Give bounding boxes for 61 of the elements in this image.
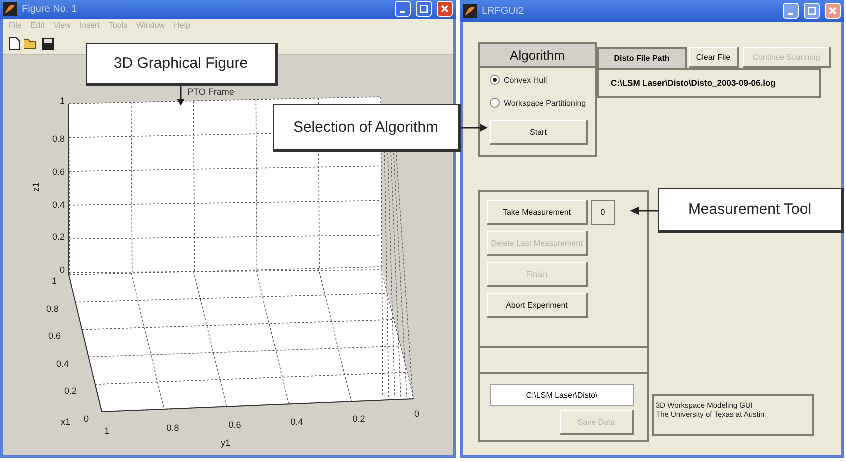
tick-label: 0.8 [52, 134, 65, 144]
file-button[interactable]: Clear File [689, 47, 739, 68]
app-icon [463, 4, 477, 18]
close-button[interactable] [825, 3, 841, 19]
callout-label: 3D Graphical Figure [86, 43, 278, 86]
tick-label: 0.4 [290, 417, 304, 427]
tick-label: 0.8 [166, 423, 180, 433]
minimize-button[interactable] [783, 3, 799, 19]
callout-arrow [630, 206, 658, 216]
close-button[interactable] [437, 1, 453, 18]
tick-label: 0 [414, 409, 420, 419]
window-title: LRFGUI2 [482, 6, 526, 16]
callout-label: Selection of Algorithm [273, 104, 461, 152]
new-document-icon[interactable] [9, 37, 20, 50]
tick-label: 0 [84, 414, 89, 424]
tick-label: 0.2 [352, 414, 366, 424]
tick-label: 0 [60, 265, 65, 275]
tick-label: 0.4 [52, 200, 65, 210]
menu-item[interactable]: View [54, 20, 71, 32]
save-icon[interactable] [42, 38, 54, 50]
menu-item[interactable]: Window [136, 20, 166, 32]
tick-label: 1 [52, 276, 57, 286]
callout-arrow [461, 123, 488, 133]
close-icon [829, 7, 837, 15]
tick-label: 1 [60, 96, 65, 106]
tick-label: 0.6 [228, 420, 242, 430]
radio-label: Workspace Partitioning [504, 98, 586, 108]
tick-label: 0.2 [52, 232, 65, 242]
radio-button[interactable] [490, 75, 500, 85]
menu-item[interactable]: Tools [108, 20, 128, 32]
maximize-icon [808, 7, 816, 15]
tick-label: 0.8 [46, 304, 59, 314]
panel-title: Algorithm [480, 44, 595, 68]
tick-label: 0.6 [48, 331, 61, 341]
file-path-text: C:\LSM Laser\Disto\Disto_2003-09-06.log [597, 68, 821, 98]
start-button[interactable]: Start [490, 120, 588, 145]
close-icon [441, 5, 449, 14]
maximize-button[interactable] [804, 3, 820, 19]
tick-label: 0.6 [52, 167, 65, 177]
tick-label: 0.2 [64, 386, 77, 396]
minimize-button[interactable] [395, 1, 411, 18]
callout-arrow [176, 86, 186, 106]
menu-item[interactable]: Help [174, 20, 190, 32]
tick-label: 0.4 [56, 359, 69, 369]
folder-icon[interactable] [24, 38, 38, 50]
radio-button[interactable] [490, 98, 500, 108]
callout-label: Measurement Tool [658, 188, 844, 233]
menu-item[interactable]: Insert [80, 20, 100, 32]
measurement-button[interactable]: Take Measurement [487, 200, 588, 225]
menu-item[interactable]: Edit [30, 20, 45, 32]
count-field[interactable]: 0 [591, 200, 615, 225]
save-path-field[interactable]: C:\LSM Laser\Disto\ [490, 384, 634, 406]
file-path-label: Disto File Path [597, 47, 687, 68]
maximize-icon [420, 5, 428, 14]
app-icon [3, 2, 17, 16]
menu-item[interactable]: File [9, 20, 22, 32]
radio-label: Convex Hull [504, 76, 548, 84]
tick-label: 1 [104, 426, 110, 436]
maximize-button[interactable] [416, 1, 432, 18]
measurement-button[interactable]: Abort Experiment [487, 293, 588, 318]
window-title: Figure No. 1 [22, 4, 78, 15]
